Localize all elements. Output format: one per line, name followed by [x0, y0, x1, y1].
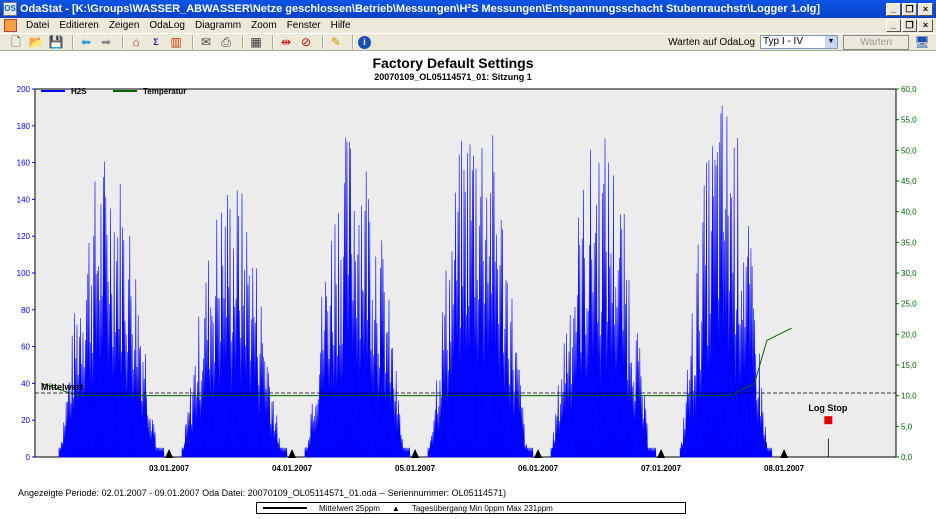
menu-odalog[interactable]: OdaLog [144, 20, 190, 31]
doc-minimize-button[interactable]: _ [886, 19, 901, 32]
wait-button[interactable]: Warten [843, 34, 909, 50]
type-select-value: Typ I - IV [763, 36, 804, 47]
menu-zoom[interactable]: Zoom [246, 20, 282, 31]
menu-bar: Datei Editieren Zeigen OdaLog Diagramm Z… [0, 18, 936, 33]
menu-diagramm[interactable]: Diagramm [190, 20, 246, 31]
logstop-label: Log Stop [808, 403, 847, 413]
right-tick-label: 10,0 [901, 392, 917, 401]
close-button[interactable]: × [918, 2, 933, 16]
left-tick-label: 20 [21, 416, 30, 425]
stats-icon[interactable]: Σ [148, 35, 164, 50]
mittelwert-legend: Mittelwert 25ppm [319, 503, 380, 513]
x-tick-label: 04.01.2007 [272, 464, 313, 473]
right-tick-label: 20,0 [901, 330, 917, 339]
right-tick-label: 5,0 [901, 422, 913, 431]
document-icon[interactable] [4, 19, 17, 32]
chart-subtitle: 20070109_OL05114571_01: Sitzung 1 [374, 72, 532, 82]
right-tick-label: 40,0 [901, 208, 917, 217]
home-icon[interactable]: ⌂ [128, 35, 144, 50]
left-tick-label: 120 [17, 232, 31, 241]
type-select[interactable]: Typ I - IV ▼ [760, 35, 838, 49]
right-tick-label: 0,0 [901, 453, 913, 462]
day-marker-icon: ▲ [391, 503, 400, 513]
right-tick-label: 55,0 [901, 116, 917, 125]
legend-h2s-label: H2S [71, 87, 87, 96]
tag-icon[interactable]: ✎ [328, 35, 344, 50]
menu-hilfe[interactable]: Hilfe [326, 20, 356, 31]
x-tick-label: 06.01.2007 [518, 464, 559, 473]
x-tick-label: 08.01.2007 [764, 464, 805, 473]
x-tick-label: 05.01.2007 [395, 464, 436, 473]
zero-icon[interactable]: ⊘ [298, 35, 314, 50]
right-tick-label: 30,0 [901, 269, 917, 278]
minimize-button[interactable]: _ [886, 2, 901, 16]
window-title: OdaStat - [K:\Groups\WASSER_ABWASSER\Net… [20, 3, 821, 15]
wait-label: Warten auf OdaLog [668, 36, 755, 48]
doc-restore-button[interactable]: ❐ [902, 19, 917, 32]
new-icon[interactable]: 🗋 [8, 35, 24, 50]
chevron-down-icon[interactable]: ▼ [825, 36, 837, 48]
right-tick-label: 50,0 [901, 146, 917, 155]
period-info: Angezeigte Periode: 02.01.2007 - 09.01.2… [18, 488, 507, 498]
left-tick-label: 140 [17, 195, 31, 204]
menu-editieren[interactable]: Editieren [54, 20, 103, 31]
menu-zeigen[interactable]: Zeigen [104, 20, 145, 31]
chart-area: Factory Default Settings 20070109_OL0511… [3, 51, 933, 491]
print-icon[interactable]: ⎙ [218, 35, 234, 50]
left-tick-label: 40 [21, 379, 30, 388]
app-icon[interactable]: OS [3, 2, 17, 16]
right-tick-label: 60,0 [901, 85, 917, 94]
back-arrow-icon[interactable]: ⬅ [78, 35, 94, 50]
left-tick-label: 80 [21, 306, 30, 315]
left-tick-label: 60 [21, 343, 30, 352]
left-tick-label: 200 [17, 85, 31, 94]
left-tick-label: 100 [17, 269, 31, 278]
right-tick-label: 25,0 [901, 300, 917, 309]
toolbar: 🗋 📂 💾 ⬅ ➡ ⌂ Σ ▥ ✉ ⎙ ▦ ⇹ ⊘ ✎ i Warten auf… [0, 33, 936, 51]
mittelwert-line-icon [263, 507, 307, 509]
monitor-icon[interactable]: 🖥 [914, 35, 930, 50]
right-tick-label: 15,0 [901, 361, 917, 370]
info-icon[interactable]: i [358, 35, 371, 49]
left-tick-label: 0 [26, 453, 31, 462]
tages-legend: Tagesübergang Min 0ppm Max 231ppm [411, 503, 553, 513]
x-tick-label: 03.01.2007 [149, 464, 190, 473]
bar-chart-icon[interactable]: ▥ [168, 35, 184, 50]
chart-title: Factory Default Settings [372, 55, 533, 71]
x-tick-label: 07.01.2007 [641, 464, 682, 473]
menu-fenster[interactable]: Fenster [282, 20, 326, 31]
title-bar: OS OdaStat - [K:\Groups\WASSER_ABWASSER\… [0, 0, 936, 18]
restore-button[interactable]: ❐ [902, 2, 917, 16]
open-icon[interactable]: 📂 [28, 35, 44, 50]
menu-datei[interactable]: Datei [21, 20, 54, 31]
left-tick-label: 180 [17, 122, 31, 131]
mittelwert-label: Mittelwert [41, 382, 83, 392]
doc-close-button[interactable]: × [918, 19, 933, 32]
save-icon[interactable]: 💾 [48, 35, 64, 50]
right-tick-label: 45,0 [901, 177, 917, 186]
logstop-marker [824, 416, 833, 425]
forward-arrow-icon[interactable]: ➡ [98, 35, 114, 50]
left-tick-label: 160 [17, 159, 31, 168]
mail-icon[interactable]: ✉ [198, 35, 214, 50]
marker-icon[interactable]: ⇹ [278, 35, 294, 50]
footer-legend: Mittelwert 25ppm ▲ Tagesübergang Min 0pp… [256, 502, 686, 514]
chart-svg: Factory Default Settings 20070109_OL0511… [17, 55, 917, 473]
table-icon[interactable]: ▦ [248, 35, 264, 50]
legend-temp-label: Temperatur [143, 87, 186, 96]
right-tick-label: 35,0 [901, 238, 917, 247]
